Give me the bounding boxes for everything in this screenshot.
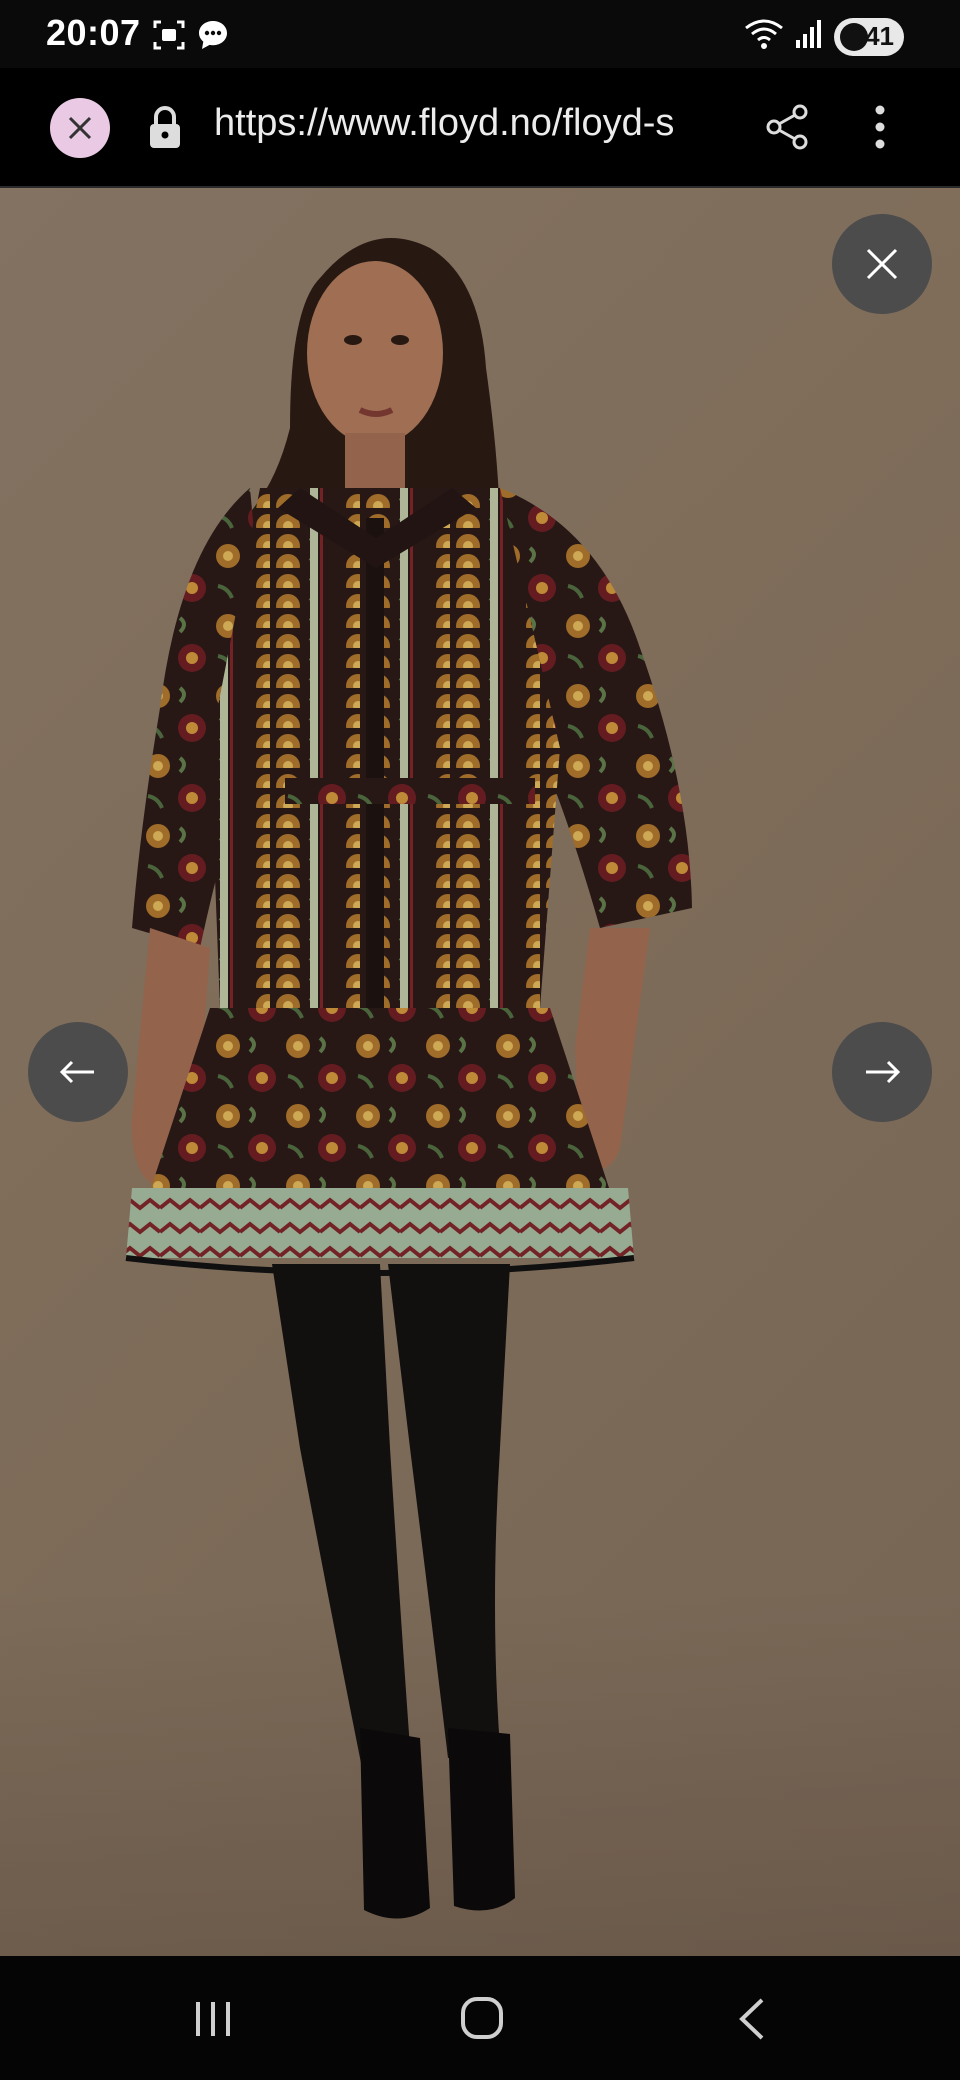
system-nav-bar xyxy=(0,1956,960,2080)
photo-dim-overlay xyxy=(0,188,960,1956)
battery-level: 41 xyxy=(865,21,894,51)
status-time: 20:07 xyxy=(46,12,141,53)
share-icon xyxy=(766,104,808,150)
signal-icon xyxy=(794,18,824,55)
lock-icon[interactable] xyxy=(146,104,184,155)
screen: 20:07 41 https://www.floyd.no/floyd-s xyxy=(0,0,960,2080)
more-vertical-icon xyxy=(875,105,885,149)
chat-bubble-icon xyxy=(196,18,230,57)
back-button[interactable] xyxy=(732,1996,772,2047)
status-bar: 20:07 41 xyxy=(0,0,960,68)
status-right: 41 xyxy=(744,16,904,57)
recent-apps-icon xyxy=(196,2002,230,2036)
more-menu-button[interactable] xyxy=(862,102,898,157)
close-viewer-button[interactable] xyxy=(832,214,932,314)
arrow-left-icon xyxy=(59,1060,94,1084)
power-saving-icon xyxy=(840,22,868,51)
back-icon xyxy=(739,1998,764,2040)
close-tab-button[interactable] xyxy=(50,98,110,158)
arrow-right-icon xyxy=(866,1060,901,1084)
screenshot-icon xyxy=(152,18,186,57)
home-button[interactable] xyxy=(458,1994,506,2047)
status-left-icons xyxy=(152,18,230,57)
close-icon xyxy=(68,116,92,140)
battery-icon: 41 xyxy=(834,17,904,56)
next-image-button[interactable] xyxy=(832,1022,932,1122)
url-bar[interactable]: https://www.floyd.no/floyd-s xyxy=(214,102,734,145)
home-icon xyxy=(461,1997,503,2039)
share-button[interactable] xyxy=(764,102,812,157)
wifi-icon xyxy=(744,16,784,57)
previous-image-button[interactable] xyxy=(28,1022,128,1122)
recent-apps-button[interactable] xyxy=(190,1996,236,2047)
close-icon xyxy=(866,248,898,280)
image-viewer[interactable] xyxy=(0,188,960,1956)
browser-toolbar: https://www.floyd.no/floyd-s xyxy=(0,68,960,188)
